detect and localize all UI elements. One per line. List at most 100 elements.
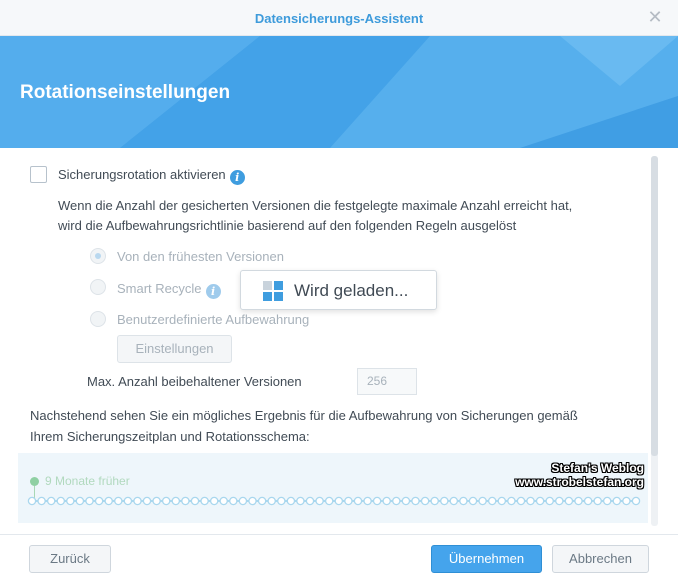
radio-earliest-versions-label: Von den frühesten Versionen [117, 249, 284, 264]
timeline-version-dot [37, 496, 46, 506]
timeline-version-dot [152, 496, 161, 506]
timeline-version-dot [66, 496, 75, 506]
timeline-version-dot [564, 496, 574, 506]
loading-text: Wird geladen... [294, 281, 409, 300]
max-versions-label: Max. Anzahl beibehaltener Versionen [87, 374, 302, 389]
content-scrollbar[interactable] [651, 156, 658, 526]
timeline-version-dot [602, 496, 612, 506]
header-banner: Rotationseinstellungen [0, 36, 678, 148]
timeline-version-dot [440, 496, 449, 506]
radio-smart-recycle-label: Smart Recycle i [117, 281, 221, 299]
timeline-version-dot [392, 496, 401, 506]
result-text-line2: Ihrem Sicherungszeitplan und Rotationssc… [30, 429, 310, 444]
timeline-version-dot [382, 496, 391, 506]
timeline-version-dot [181, 496, 190, 506]
settings-button[interactable]: Einstellungen [117, 335, 232, 363]
timeline-version-dot [583, 496, 593, 506]
timeline-version-dot [344, 496, 353, 506]
timeline-version-dot [487, 496, 497, 506]
timeline-version-dot [411, 496, 420, 506]
rotation-enable-text: Sicherungsrotation aktivieren [58, 167, 226, 182]
timeline-version-dot [257, 496, 267, 506]
watermark-line1: Stefan's Weblog [551, 461, 644, 475]
scrollbar-thumb[interactable] [651, 156, 658, 456]
timeline-version-dot [85, 496, 94, 506]
timeline-version-dot [459, 496, 468, 506]
window-titlebar: Datensicherungs-Assistent ✕ [0, 0, 678, 36]
timeline-version-dot [324, 496, 334, 506]
timeline-version-dot [171, 496, 181, 506]
rotation-description-line1: Wenn die Anzahl der gesicherten Versione… [58, 198, 573, 213]
radio-custom-retention-label: Benutzerdefinierte Aufbewahrung [117, 312, 310, 327]
radio-smart-recycle[interactable] [90, 279, 106, 295]
watermark-line2: www.strobelstefan.org [515, 475, 644, 489]
watermark: Stefan's Weblog www.strobelstefan.org [515, 461, 648, 489]
result-text-line1: Nachstehend sehen Sie ein mögliches Erge… [30, 408, 578, 423]
timeline-version-dot [420, 496, 430, 506]
smart-recycle-text: Smart Recycle [117, 281, 202, 296]
timeline-version-dot [123, 496, 133, 506]
rotation-settings-panel: Sicherungsrotation aktivieren i Wenn die … [18, 156, 648, 526]
rotation-enable-checkbox[interactable] [30, 166, 47, 183]
timeline-version-dot [430, 496, 439, 506]
cancel-button[interactable]: Abbrechen [552, 545, 649, 573]
window-title: Datensicherungs-Assistent [254, 11, 424, 26]
timeline-version-dot [75, 496, 85, 506]
timeline-version-dot [190, 496, 200, 506]
timeline-version-dot [497, 496, 507, 506]
close-icon[interactable]: ✕ [646, 8, 664, 26]
timeline-version-dot [219, 496, 228, 506]
timeline-version-dot [545, 496, 554, 506]
timeline-version-dot [593, 496, 602, 506]
dialog-footer: Zurück Übernehmen Abbrechen [0, 534, 678, 580]
timeline-version-dot [612, 496, 622, 506]
timeline-version-dot [142, 496, 152, 506]
retention-timeline: 9 Monate früher Stefan's Weblog www.stro… [18, 453, 648, 523]
timeline-version-dot [46, 496, 56, 506]
timeline-version-dot [478, 496, 487, 506]
timeline-version-dot [104, 496, 113, 506]
timeline-version-dot [27, 496, 37, 506]
timeline-version-dot [161, 496, 171, 506]
timeline-version-dot [507, 496, 516, 506]
radio-custom-retention[interactable] [90, 311, 106, 327]
timeline-version-dot [315, 496, 324, 506]
info-icon[interactable]: i [205, 284, 221, 299]
timeline-version-dot [94, 496, 104, 506]
timeline-version-dot [248, 496, 257, 506]
max-versions-input[interactable]: 256 [357, 368, 417, 395]
timeline-version-dot [229, 496, 238, 506]
timeline-version-dot [334, 496, 344, 506]
rotation-enable-label: Sicherungsrotation aktivieren i [58, 167, 245, 185]
info-icon[interactable]: i [229, 170, 245, 185]
timeline-version-dot [363, 496, 372, 506]
timeline-version-dot [305, 496, 315, 506]
back-button[interactable]: Zurück [29, 545, 111, 573]
timeline-version-dot [267, 496, 276, 506]
timeline-version-dot [449, 496, 459, 506]
timeline-version-dot [401, 496, 411, 506]
timeline-version-dot [535, 496, 545, 506]
timeline-version-dot [296, 496, 305, 506]
timeline-version-dot [372, 496, 382, 506]
timeline-version-dot [114, 496, 123, 506]
timeline-version-dot [56, 496, 66, 506]
loading-grid-icon [263, 281, 284, 302]
timeline-version-dot [238, 496, 248, 506]
timeline-version-dot [200, 496, 209, 506]
timeline-version-dot [133, 496, 142, 506]
loading-indicator: Wird geladen... [240, 270, 437, 310]
timeline-version-dot [526, 496, 535, 506]
page-heading: Rotationseinstellungen [20, 82, 231, 103]
apply-button[interactable]: Übernehmen [431, 545, 542, 573]
timeline-version-dot [353, 496, 363, 506]
rotation-description-line2: wird die Aufbewahrungsrichtlinie basiere… [58, 218, 517, 233]
radio-earliest-versions[interactable] [90, 248, 106, 264]
timeline-version-dot [516, 496, 526, 506]
timeline-version-dot [631, 496, 641, 506]
timeline-version-dot [286, 496, 296, 506]
timeline-version-dot [622, 496, 631, 506]
timeline-version-dot [574, 496, 583, 506]
timeline-version-dot [209, 496, 219, 506]
timeline-version-dot [468, 496, 478, 506]
